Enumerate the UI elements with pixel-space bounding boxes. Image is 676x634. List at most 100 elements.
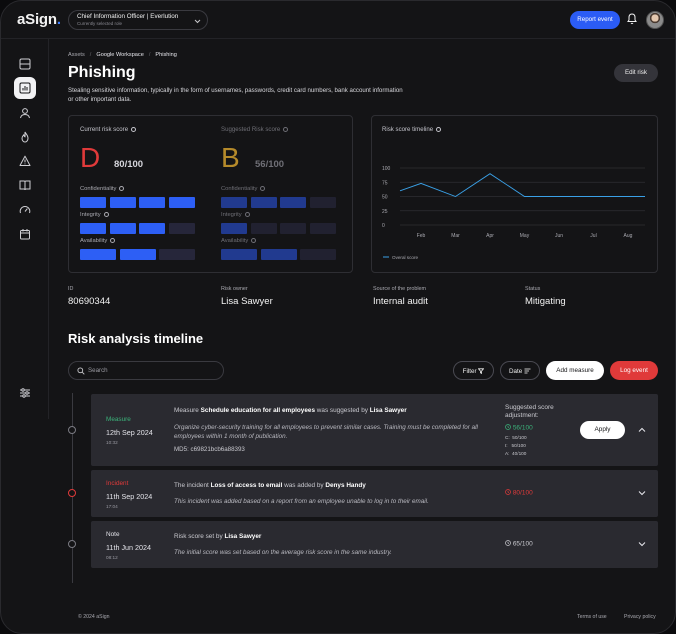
info-icon[interactable] <box>110 238 116 243</box>
role-title: Chief Information Officer | Everlution <box>77 13 179 20</box>
avatar[interactable] <box>646 11 664 29</box>
event-date: 12th Sep 2024 <box>106 428 153 437</box>
sidebar-item-users[interactable] <box>14 102 36 124</box>
meta-id-value: 80690344 <box>68 296 111 307</box>
meta-owner-value: Lisa Sawyer <box>221 296 273 307</box>
score-bar-segment <box>80 223 106 234</box>
event-headline-prefix: Risk score set by <box>174 533 223 540</box>
current-availability-label: Availability <box>80 238 116 244</box>
chevron-down-icon[interactable] <box>638 541 646 547</box>
event-date: 11th Sep 2024 <box>106 492 153 501</box>
timeline-dot <box>68 426 76 434</box>
user-icon <box>20 108 30 119</box>
suggested-confidentiality-label: Confidentiality <box>221 186 266 192</box>
meta-source-value: Internal audit <box>373 296 428 307</box>
info-icon[interactable] <box>251 238 257 243</box>
timeline-event-measure[interactable]: Measure 12th Sep 2024 10:32 Measure Sche… <box>91 394 658 466</box>
dimension-key: C: <box>505 435 510 440</box>
event-score-value: 80/100 <box>512 489 533 497</box>
score-bar-segment <box>80 249 116 260</box>
event-type: Note <box>106 531 120 538</box>
sidebar-item-dashboard[interactable] <box>14 53 36 75</box>
event-headline-connector: was added by <box>284 482 324 489</box>
info-icon[interactable] <box>103 212 109 217</box>
sidebar-item-threats[interactable] <box>14 126 36 148</box>
filter-icon <box>478 368 485 374</box>
info-icon[interactable] <box>131 126 137 132</box>
event-headline-title: Loss of access to email <box>210 482 283 489</box>
sidebar-item-risks[interactable] <box>14 77 36 99</box>
gauge-icon <box>19 206 31 214</box>
score-bar-segment <box>139 197 165 208</box>
suggested-score-label: Suggested Risk score <box>221 126 289 133</box>
log-event-button[interactable]: Log event <box>610 361 658 380</box>
suggested-adjustment-score: 56/100 <box>505 424 533 432</box>
suggested-score-label-text: Suggested Risk score <box>221 126 281 133</box>
chart-y-tick-label: 25 <box>382 209 388 215</box>
add-measure-button[interactable]: Add measure <box>546 361 604 380</box>
score-bar-segment <box>109 197 136 208</box>
score-bar-segment <box>221 223 247 234</box>
event-time: 10:32 <box>106 440 118 445</box>
date-sort-button[interactable]: Date <box>500 361 540 380</box>
score-bar-segment <box>168 223 195 234</box>
breadcrumb-item[interactable]: Assets <box>68 52 85 58</box>
score-bar-segment <box>250 197 277 208</box>
report-event-button[interactable]: Report event <box>570 11 620 29</box>
score-bar-segment <box>300 249 336 260</box>
info-icon[interactable] <box>119 186 125 191</box>
filter-button[interactable]: Filter <box>453 361 494 380</box>
role-select[interactable]: Chief Information Officer | Everlution C… <box>68 10 208 30</box>
apply-button[interactable]: Apply <box>580 421 625 439</box>
event-time: 17:04 <box>106 504 118 509</box>
event-md5: MD5: c69821bcb6a88393 <box>174 446 245 453</box>
chevron-down-icon[interactable] <box>638 490 646 496</box>
footer-terms-link[interactable]: Terms of use <box>577 614 607 620</box>
sidebar-item-documents[interactable] <box>14 174 36 196</box>
suggested-score-value: 56/100 <box>255 159 285 170</box>
info-icon[interactable] <box>260 186 266 191</box>
current-score-value: 80/100 <box>114 159 144 170</box>
breadcrumb-separator: / <box>148 52 151 58</box>
search-icon <box>77 367 85 375</box>
sort-icon <box>524 368 531 374</box>
search-input[interactable]: Search <box>68 361 224 380</box>
search-placeholder: Search <box>88 367 108 374</box>
footer-privacy-link[interactable]: Privacy policy <box>624 614 656 620</box>
info-icon[interactable] <box>244 212 250 217</box>
event-description: Organize cyber-security training for all… <box>174 424 478 440</box>
sidebar-item-settings[interactable] <box>14 382 36 404</box>
score-bar-segment <box>221 197 247 208</box>
chevron-up-icon[interactable] <box>638 427 646 433</box>
suggested-integrity-label: Integrity <box>221 212 250 218</box>
current-score-label: Current risk score <box>80 126 137 133</box>
section-title: Risk analysis timeline <box>68 331 204 346</box>
sidebar-item-metrics[interactable] <box>14 199 36 221</box>
info-icon[interactable] <box>283 126 289 132</box>
breadcrumb-separator: / <box>89 52 92 58</box>
edit-risk-button[interactable]: Edit risk <box>614 64 658 82</box>
dimension-key: I: <box>505 443 508 448</box>
risk-score-line-chart: 0 25 50 75 100 Feb Mar Apr May Jun Jul Aug Overal sc… <box>382 166 645 260</box>
sidebar-item-incidents[interactable] <box>14 150 36 172</box>
score-bar-segment <box>309 223 336 234</box>
event-headline-user: Lisa Sawyer <box>369 407 407 414</box>
sidebar-item-calendar[interactable] <box>14 223 36 245</box>
event-description: This incident was added based on a repor… <box>174 498 429 505</box>
event-score-value: 65/100 <box>512 540 533 548</box>
event-headline-user: Denys Handy <box>325 482 366 489</box>
score-bar-segment <box>159 249 195 260</box>
suggested-adjustment-value: 56/100 <box>512 424 533 432</box>
breadcrumb-item[interactable]: Google Workspace <box>96 52 143 58</box>
clock-icon <box>505 424 511 430</box>
chart-x-tick-label: Aug <box>624 233 633 239</box>
timeline-event-incident[interactable]: Incident 11th Sep 2024 17:04 The inciden… <box>91 470 658 517</box>
bell-icon[interactable] <box>627 13 637 25</box>
current-grade: D <box>80 142 101 173</box>
date-label: Date <box>508 368 523 375</box>
timeline-event-note[interactable]: Note 11th Jun 2024 08:12 Risk score set … <box>91 521 658 568</box>
chart-x-tick-label: Jul <box>590 233 596 239</box>
chevron-down-icon <box>194 19 201 24</box>
meta-status-label: Status <box>525 286 541 292</box>
meta-source-label: Source of the problem <box>373 286 427 292</box>
